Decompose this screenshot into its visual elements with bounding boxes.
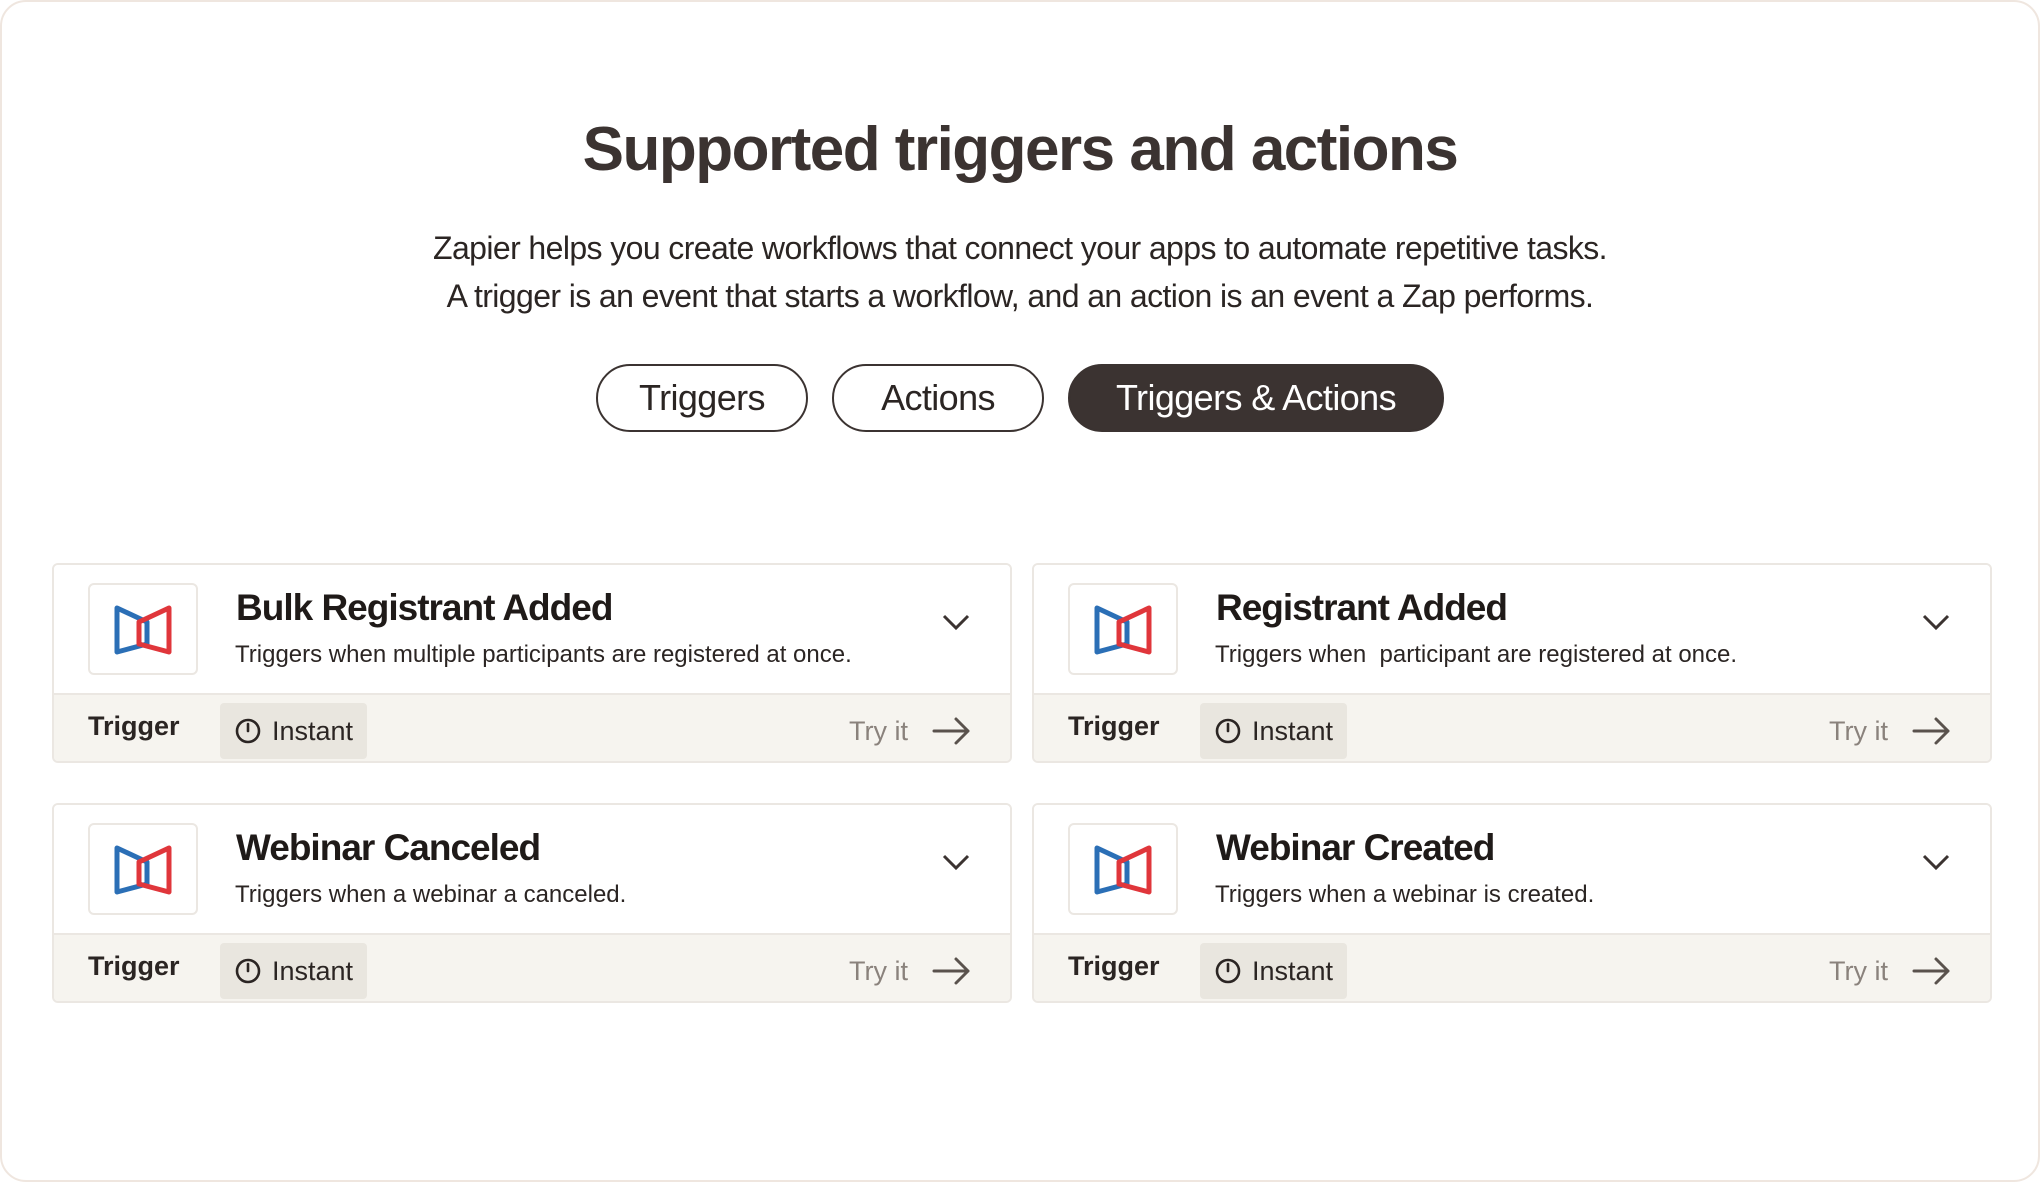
- subtitle-line-1: Zapier helps you create workflows that c…: [433, 230, 1608, 266]
- zoho-webinar-logo-icon: [114, 845, 172, 895]
- card-title: Webinar Created: [1216, 827, 1495, 868]
- try-it-link[interactable]: Try it: [849, 945, 972, 997]
- page-title: Supported triggers and actions: [582, 115, 1459, 184]
- try-it-label: Try it: [849, 955, 908, 986]
- card-description: Triggers when participant are registered…: [1215, 641, 1738, 668]
- arrow-right-icon: [932, 717, 970, 745]
- card-title: Registrant Added: [1216, 587, 1508, 628]
- card-description: Triggers when a webinar is created.: [1215, 881, 1595, 908]
- tab-triggers-and-actions[interactable]: Triggers & Actions: [1068, 364, 1444, 432]
- card-footer: Trigger Instant Try it: [54, 933, 1010, 1001]
- card-header: Webinar Canceled Triggers when a webinar…: [54, 805, 1010, 933]
- card-description: Triggers when multiple participants are …: [235, 641, 852, 668]
- event-card[interactable]: Webinar Canceled Triggers when a webinar…: [52, 803, 1012, 1003]
- try-it-link[interactable]: Try it: [1829, 705, 1952, 757]
- card-footer: Trigger Instant Try it: [1034, 693, 1990, 761]
- chevron-down-icon[interactable]: [940, 605, 972, 637]
- instant-badge: Instant: [220, 703, 368, 759]
- app-logo: [88, 823, 198, 915]
- arrow-right-icon: [932, 957, 970, 985]
- instant-badge: Instant: [1200, 943, 1348, 999]
- instant-badge: Instant: [220, 943, 368, 999]
- tab-actions[interactable]: Actions: [832, 364, 1044, 432]
- app-logo: [88, 583, 198, 675]
- instant-label: Instant: [1252, 955, 1334, 986]
- instant-badge: Instant: [1200, 703, 1348, 759]
- instant-label: Instant: [272, 715, 354, 746]
- clock-icon: [235, 718, 261, 744]
- tab-triggers[interactable]: Triggers: [596, 364, 808, 432]
- card-title: Bulk Registrant Added: [236, 587, 613, 628]
- clock-icon: [1215, 718, 1241, 744]
- event-type-label: Trigger: [88, 951, 180, 981]
- card-header: Webinar Created Triggers when a webinar …: [1034, 805, 1990, 933]
- event-type-label: Trigger: [88, 711, 180, 741]
- page-frame: Supported triggers and actions Zapier he…: [0, 0, 2040, 1182]
- card-description: Triggers when a webinar a canceled.: [235, 881, 627, 908]
- instant-label: Instant: [1252, 715, 1334, 746]
- event-type-label: Trigger: [1068, 951, 1160, 981]
- try-it-label: Try it: [849, 715, 908, 746]
- page-subtitle: Zapier helps you create workflows that c…: [2, 224, 2038, 320]
- try-it-link[interactable]: Try it: [849, 705, 972, 757]
- clock-icon: [235, 958, 261, 984]
- filter-tabs: Triggers Actions Triggers & Actions: [2, 364, 2038, 432]
- app-logo: [1068, 583, 1178, 675]
- instant-label: Instant: [272, 955, 354, 986]
- clock-icon: [1215, 958, 1241, 984]
- zoho-webinar-logo-icon: [1094, 845, 1152, 895]
- try-it-link[interactable]: Try it: [1829, 945, 1952, 997]
- try-it-label: Try it: [1829, 715, 1888, 746]
- event-card[interactable]: Webinar Created Triggers when a webinar …: [1032, 803, 1992, 1003]
- event-card[interactable]: Bulk Registrant Added Triggers when mult…: [52, 563, 1012, 763]
- event-card[interactable]: Registrant Added Triggers when participa…: [1032, 563, 1992, 763]
- arrow-right-icon: [1912, 957, 1950, 985]
- chevron-down-icon[interactable]: [940, 845, 972, 877]
- card-header: Bulk Registrant Added Triggers when mult…: [54, 565, 1010, 693]
- app-logo: [1068, 823, 1178, 915]
- try-it-label: Try it: [1829, 955, 1888, 986]
- subtitle-line-2: A trigger is an event that starts a work…: [446, 278, 1594, 314]
- card-footer: Trigger Instant Try it: [54, 693, 1010, 761]
- card-footer: Trigger Instant Try it: [1034, 933, 1990, 1001]
- arrow-right-icon: [1912, 717, 1950, 745]
- zoho-webinar-logo-icon: [114, 605, 172, 655]
- chevron-down-icon[interactable]: [1920, 845, 1952, 877]
- card-title: Webinar Canceled: [236, 827, 541, 868]
- event-type-label: Trigger: [1068, 711, 1160, 741]
- zoho-webinar-logo-icon: [1094, 605, 1152, 655]
- card-header: Registrant Added Triggers when participa…: [1034, 565, 1990, 693]
- chevron-down-icon[interactable]: [1920, 605, 1952, 637]
